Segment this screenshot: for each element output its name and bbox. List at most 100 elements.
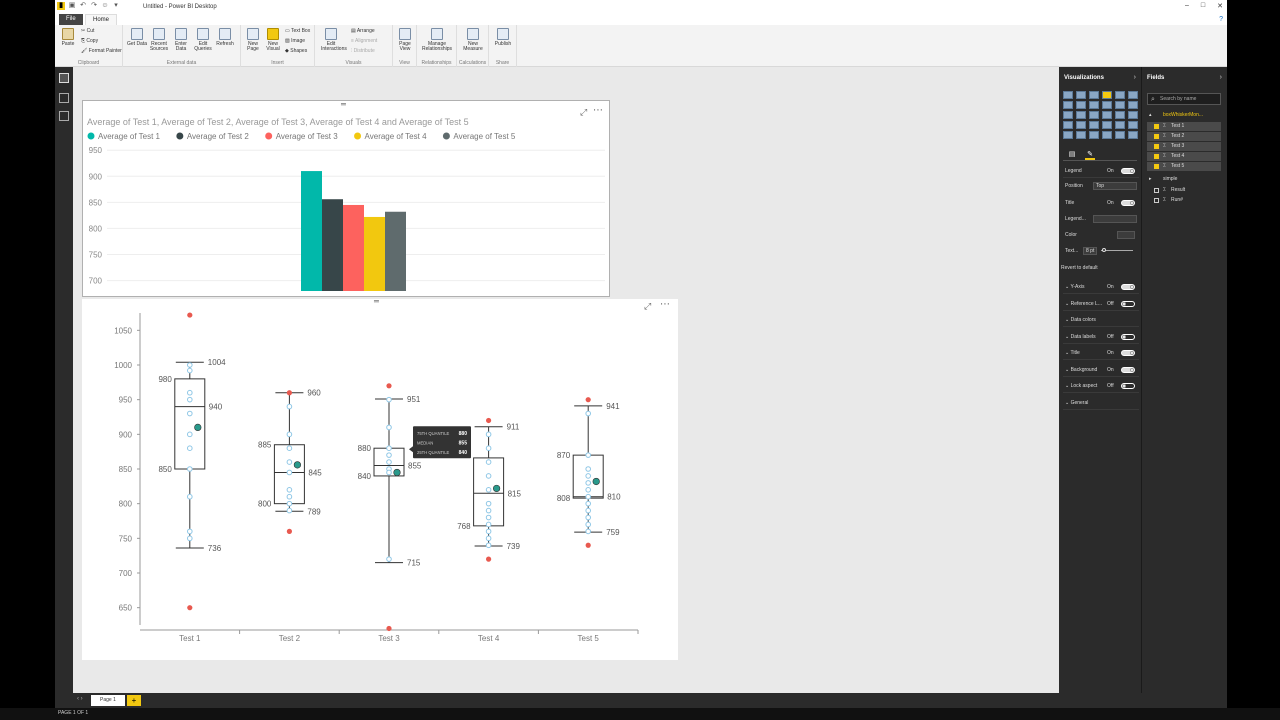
visual-type-icon[interactable] [1076,91,1086,99]
format-section-row[interactable]: ⌄ General [1063,396,1139,410]
collapse-chevron-icon[interactable]: › [1134,74,1136,81]
visual-type-icon[interactable] [1128,131,1138,139]
section-toggle[interactable] [1121,350,1135,356]
table-boxwhisker[interactable]: ▴ boxWhiskerMon... [1147,111,1221,120]
section-toggle[interactable] [1121,383,1135,389]
legend-toggle-row[interactable]: Legend On [1063,164,1139,178]
visual-type-icon[interactable] [1063,121,1073,129]
field-checkbox[interactable] [1154,134,1159,139]
field-item[interactable]: Σ Run# [1147,196,1221,205]
copy-button[interactable]: ⎘ Copy [81,38,98,44]
maximize-icon[interactable]: □ [1201,2,1205,10]
legend-toggle[interactable] [1121,168,1135,174]
page-tab-1[interactable]: Page 1 [91,695,125,706]
fields-collapse-chevron-icon[interactable]: › [1220,74,1222,81]
visual-type-icon[interactable] [1063,131,1073,139]
data-view-icon[interactable] [59,93,69,103]
field-checkbox[interactable] [1154,188,1159,193]
table-simple[interactable]: ▸ simple [1147,175,1221,184]
visual-type-icon[interactable] [1076,111,1086,119]
new-page-button[interactable]: New Page [243,28,263,52]
field-item[interactable]: Σ Test 1 [1147,122,1221,131]
visual-type-icon[interactable] [1089,121,1099,129]
new-visual-button[interactable]: New Visual [263,28,283,52]
shapes-button[interactable]: ◆ Shapes [285,48,307,54]
publish-button[interactable]: Publish [493,28,513,47]
field-item[interactable]: Σ Test 3 [1147,142,1221,151]
visual-type-icon[interactable] [1128,101,1138,109]
customize-qat-icon[interactable]: ▾ [112,2,120,10]
field-checkbox[interactable] [1154,124,1159,129]
legend-title-row[interactable]: Title On [1063,196,1139,210]
visual-type-icon[interactable] [1102,111,1112,119]
boxplot-visual[interactable]: 650 700 750 800 850 900 950 1000 1050 Test 1 1004 7… [82,299,678,660]
visual-type-icon[interactable] [1102,101,1112,109]
alignment-button[interactable]: ≡ Alignment [351,38,377,44]
add-page-button[interactable]: + [127,695,141,706]
section-toggle[interactable] [1121,366,1135,373]
visual-type-icon[interactable] [1089,131,1099,139]
fields-well-icon[interactable]: ▤ [1067,150,1077,160]
visual-type-icon[interactable] [1115,111,1125,119]
redo-icon[interactable]: ↷ [90,2,98,10]
visual-type-icon[interactable] [1128,111,1138,119]
recent-sources-button[interactable]: Recent Sources [149,28,169,52]
legend-name-input[interactable] [1093,215,1137,223]
tab-home[interactable]: Home [85,14,118,25]
arrange-button[interactable]: ▤ Arrange [351,28,375,34]
visual-type-icon[interactable] [1115,121,1125,129]
field-checkbox[interactable] [1154,154,1159,159]
visual-type-icon[interactable] [1102,131,1112,139]
visual-type-icon[interactable] [1089,91,1099,99]
report-view-icon[interactable] [59,73,69,83]
field-item[interactable]: Σ Test 5 [1147,162,1221,171]
enter-data-button[interactable]: Enter Data [171,28,191,52]
field-checkbox[interactable] [1154,144,1159,149]
image-button[interactable]: ▨ Image [285,38,305,44]
visual-type-icon[interactable] [1089,111,1099,119]
format-painter-button[interactable]: 🖌 Format Painter [81,48,122,54]
tab-file[interactable]: File [59,14,83,25]
page-view-button[interactable]: Page View [395,28,415,52]
format-section-row[interactable]: ⌄ Title On [1063,346,1139,360]
text-size-input[interactable]: 8 pt [1083,247,1097,255]
help-icon[interactable]: ? [1219,16,1223,23]
format-section-row[interactable]: ⌄ Data labels Off [1063,330,1139,344]
fields-search-input[interactable]: ⌕ Search by name [1147,93,1221,105]
edit-queries-button[interactable]: Edit Queries [193,28,213,52]
bar-chart-visual[interactable]: Average of Test 1, Average of Test 2, Av… [82,100,610,297]
smiley-feedback-icon[interactable]: ☺ [101,2,109,10]
visual-type-icon[interactable] [1115,131,1125,139]
visual-type-icon[interactable] [1102,91,1112,99]
section-toggle[interactable] [1121,300,1135,307]
refresh-button[interactable]: Refresh [215,28,235,47]
visual-type-icon[interactable] [1076,121,1086,129]
visual-type-icon[interactable] [1089,101,1099,109]
save-icon[interactable]: ▣ [68,2,76,10]
revert-default-link[interactable]: Revert to default [1061,265,1098,271]
format-section-row[interactable]: ⌄ Background On [1063,363,1139,377]
manage-relationships-button[interactable]: Manage Relationships [421,28,453,52]
visual-type-icon[interactable] [1063,111,1073,119]
visual-type-icon[interactable] [1076,101,1086,109]
format-section-row[interactable]: ⌄ Data colors [1063,313,1139,327]
field-item[interactable]: Σ Test 4 [1147,152,1221,161]
format-section-row[interactable]: ⌄ Y-Axis On [1063,280,1139,294]
distribute-button[interactable]: ⫶ Distribute [351,48,375,54]
visual-type-icon[interactable] [1128,121,1138,129]
visual-type-icon[interactable] [1063,101,1073,109]
visual-type-icon[interactable] [1102,121,1112,129]
field-checkbox[interactable] [1154,164,1159,169]
new-measure-button[interactable]: New Measure [461,28,485,52]
section-toggle[interactable] [1121,333,1135,340]
minimize-icon[interactable]: – [1185,2,1189,10]
slider-handle[interactable] [1102,248,1106,252]
field-checkbox[interactable] [1154,198,1159,203]
field-item[interactable]: Σ Result [1147,186,1221,195]
legend-title-toggle[interactable] [1121,200,1135,206]
format-section-row[interactable]: ⌄ Lock aspect Off [1063,379,1139,393]
color-picker[interactable] [1117,231,1135,239]
field-item[interactable]: Σ Test 2 [1147,132,1221,141]
legend-position-select[interactable]: Top [1093,182,1137,190]
relationships-view-icon[interactable] [59,111,69,121]
